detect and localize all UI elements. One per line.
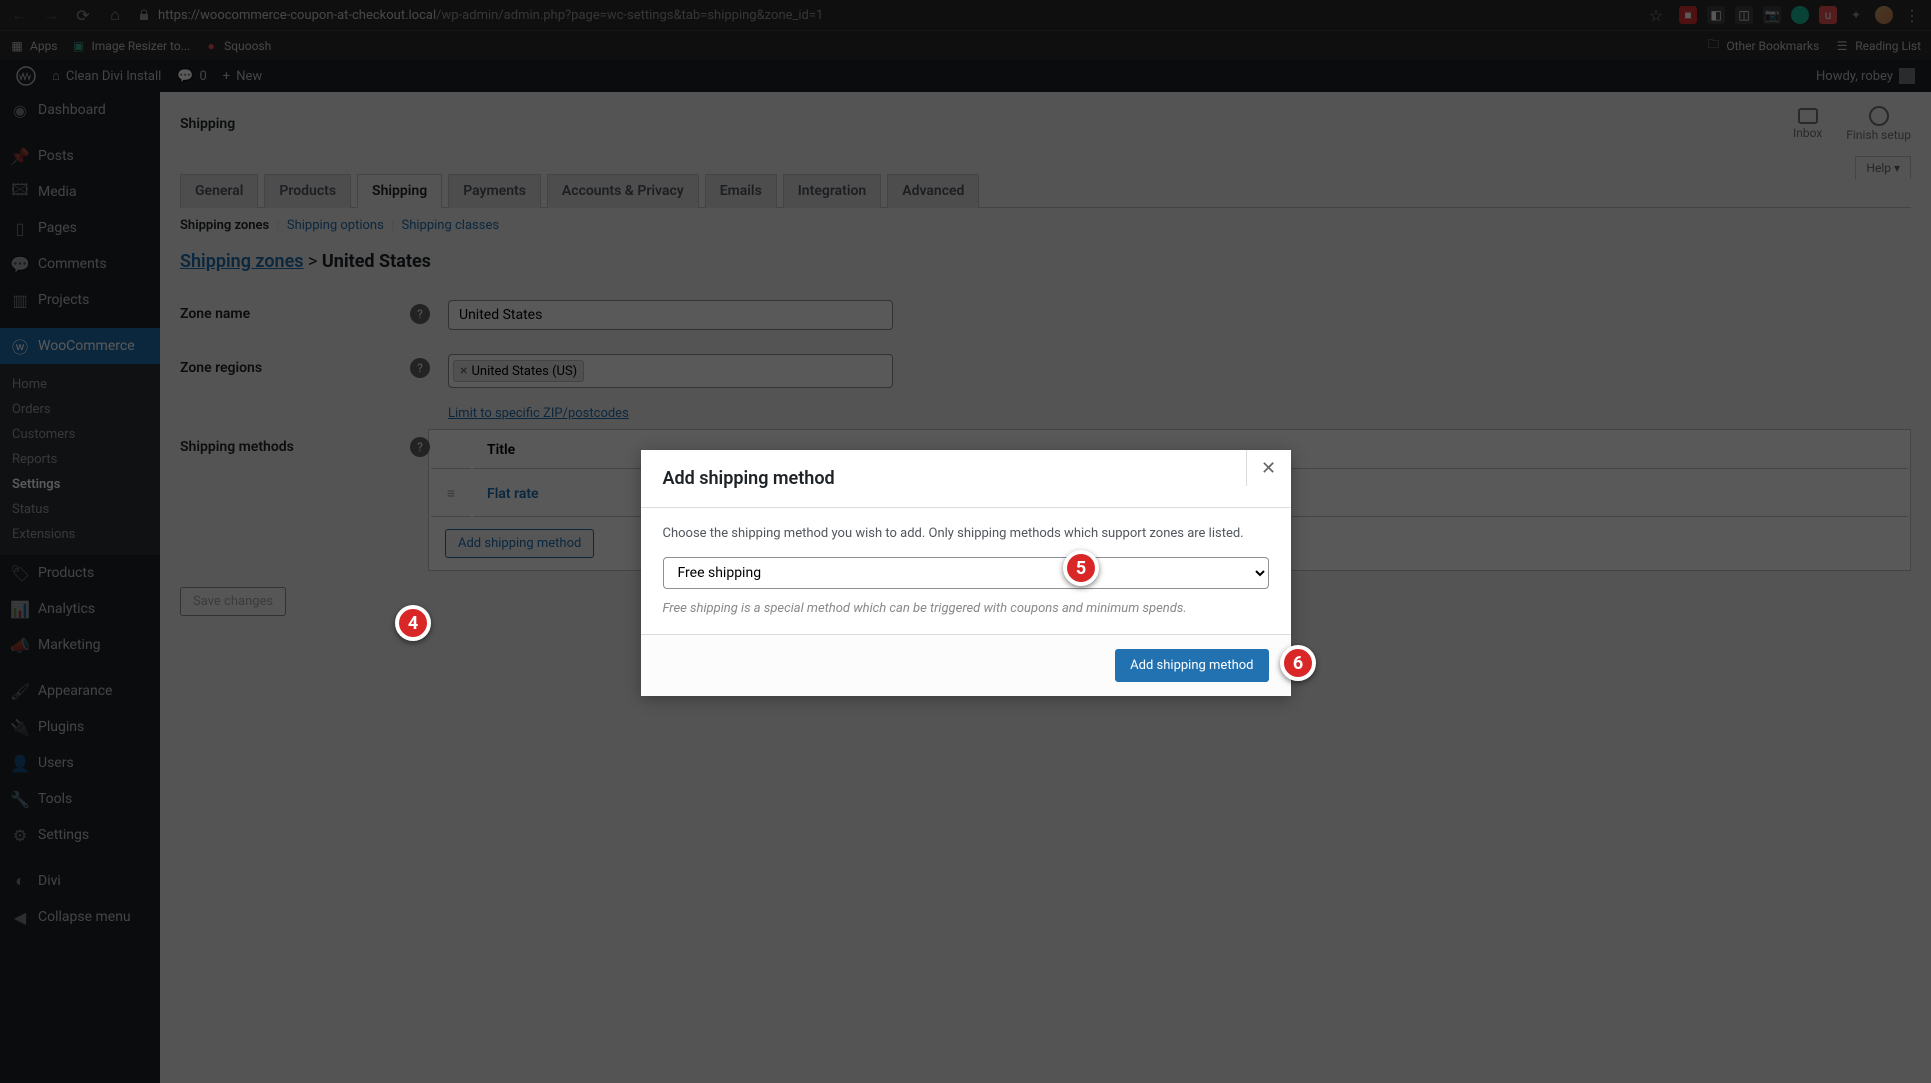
modal-description: Choose the shipping method you wish to a… (663, 526, 1269, 541)
add-shipping-method-modal: Add shipping method ✕ Choose the shippin… (641, 450, 1291, 696)
modal-hint: Free shipping is a special method which … (663, 601, 1269, 616)
annotation-6: 6 (1280, 645, 1316, 681)
shipping-method-select[interactable]: Free shipping (663, 557, 1269, 589)
modal-submit-button[interactable]: Add shipping method (1115, 649, 1268, 682)
annotation-5: 5 (1063, 550, 1099, 586)
modal-title: Add shipping method (663, 468, 835, 489)
annotation-4: 4 (395, 605, 431, 641)
close-icon[interactable]: ✕ (1246, 450, 1291, 486)
